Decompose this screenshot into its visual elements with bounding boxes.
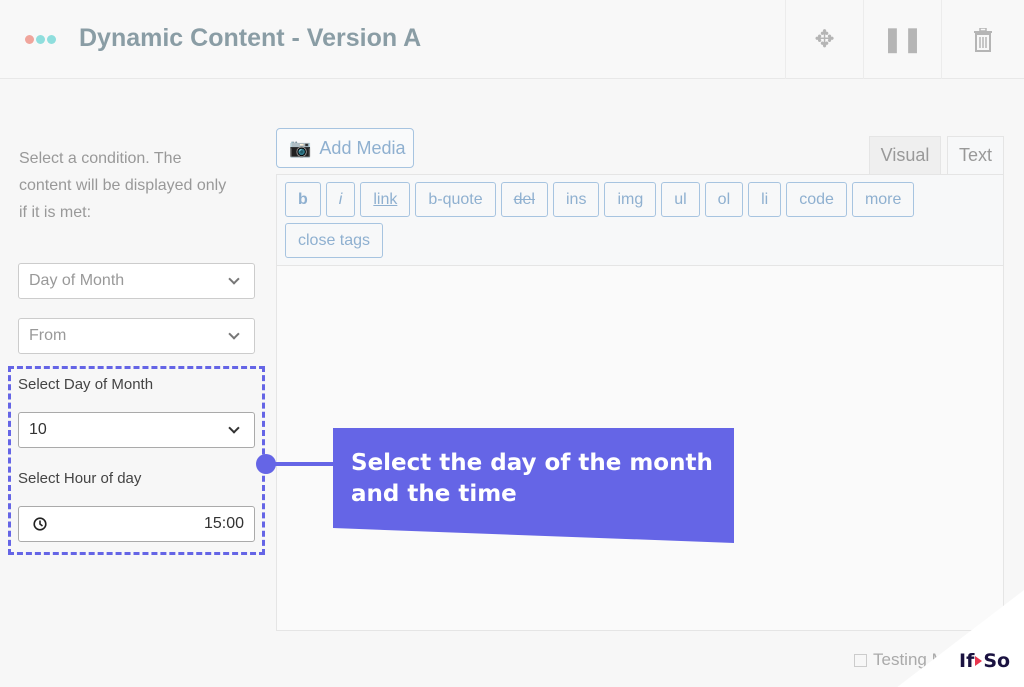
editor: b i link b-quote del ins img ul ol li co… — [276, 174, 1004, 631]
condition-instruction: Select a condition. The content will be … — [19, 150, 227, 221]
ifso-logo: If So — [959, 650, 1011, 672]
quicktag-close-tags[interactable]: close tags — [285, 223, 384, 258]
chevron-down-icon — [228, 272, 240, 285]
move-button[interactable]: ✥ — [785, 0, 863, 79]
tab-visual[interactable]: Visual — [869, 136, 941, 174]
callout-dot — [256, 454, 276, 474]
delete-button[interactable] — [941, 0, 1024, 79]
quicktag-b[interactable]: b — [285, 182, 321, 217]
move-icon: ✥ — [814, 26, 835, 53]
quicktag-ins[interactable]: ins — [552, 182, 600, 217]
quicktag-link[interactable]: link — [360, 182, 411, 217]
chevron-down-icon — [228, 421, 240, 434]
quicktag-del[interactable]: del — [500, 182, 548, 217]
chevron-down-icon — [228, 327, 240, 340]
day-label: Select Day of Month — [18, 376, 154, 393]
quicktags-toolbar: b i link b-quote del ins img ul ol li co… — [277, 175, 1003, 266]
clock-icon — [33, 517, 47, 531]
day-value: 10 — [29, 421, 47, 438]
operator-select[interactable]: From — [18, 318, 255, 354]
day-select[interactable]: 10 — [18, 412, 255, 448]
hour-label: Select Hour of day — [18, 470, 142, 487]
quicktag-img[interactable]: img — [604, 182, 657, 217]
add-media-label: Add Media — [319, 137, 406, 158]
operator-value: From — [29, 327, 67, 344]
header: Dynamic Content - Version A ✥ ❚❚ — [0, 0, 1024, 79]
page-title: Dynamic Content - Version A — [79, 24, 422, 52]
tab-text[interactable]: Text — [947, 136, 1004, 174]
condition-select[interactable]: Day of Month — [18, 263, 255, 299]
quicktag-li[interactable]: li — [748, 182, 782, 217]
trash-icon — [974, 27, 992, 52]
pause-button[interactable]: ❚❚ — [863, 0, 941, 79]
quicktag-ol[interactable]: ol — [704, 182, 744, 217]
media-icon: 📷 — [289, 137, 312, 158]
add-media-button[interactable]: 📷 Add Media — [276, 128, 414, 168]
condition-value: Day of Month — [29, 272, 125, 289]
checkbox-icon — [854, 653, 867, 667]
quicktag-more[interactable]: more — [851, 182, 915, 217]
quicktag-b-quote[interactable]: b-quote — [415, 182, 496, 217]
hour-value: 15:00 — [203, 515, 244, 532]
hour-input[interactable]: 15:00 — [18, 506, 255, 542]
quicktag-code[interactable]: code — [786, 182, 847, 217]
dots-icon — [25, 35, 56, 44]
callout: Select the day of the month and the time — [333, 428, 734, 543]
quicktag-i[interactable]: i — [325, 182, 356, 217]
pause-icon: ❚❚ — [882, 26, 923, 53]
quicktag-ul[interactable]: ul — [661, 182, 700, 217]
